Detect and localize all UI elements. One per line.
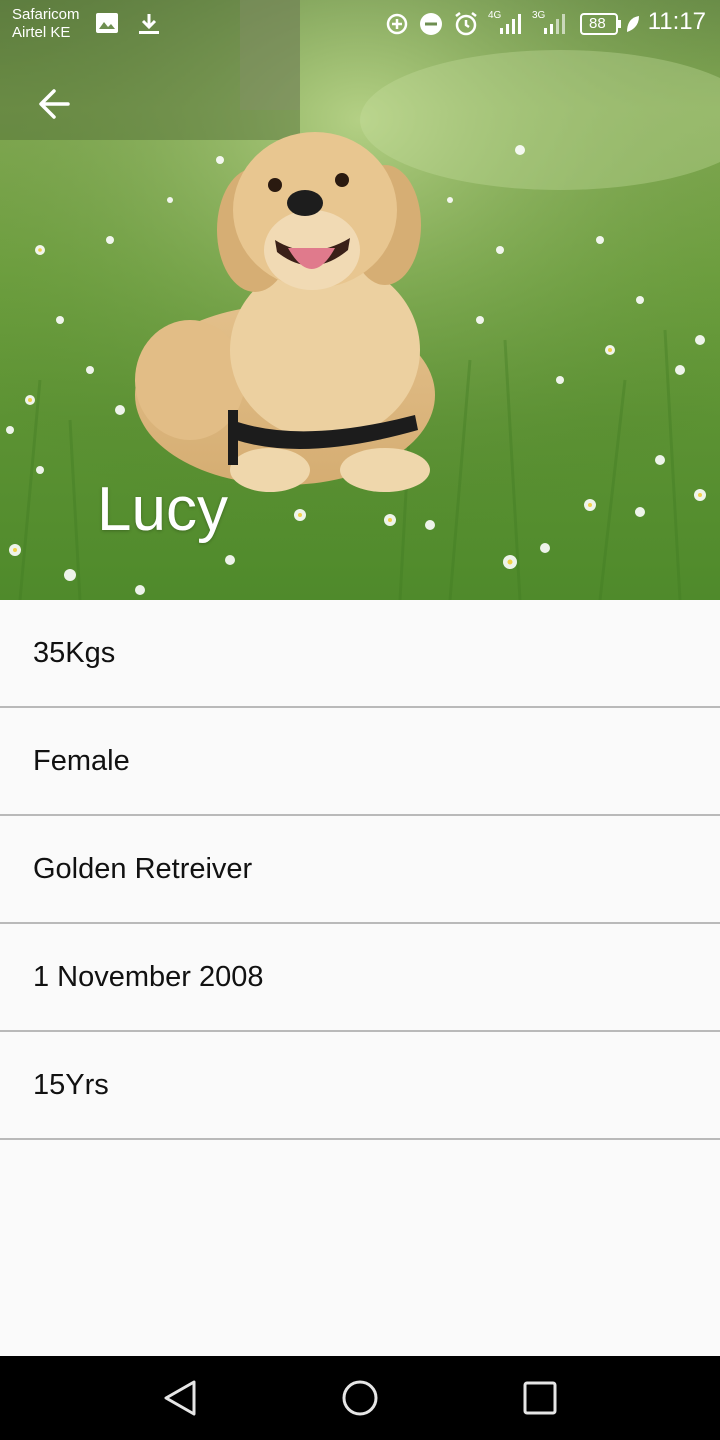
do-not-disturb-icon: [420, 13, 442, 35]
detail-gender: Female: [0, 708, 720, 816]
battery-level: 88: [589, 15, 606, 32]
system-nav-bar: [0, 1356, 720, 1440]
status-bar: Safaricom Airtel KE 4G 3G 88 11:17: [0, 0, 720, 48]
download-icon: [139, 14, 159, 34]
pet-detail-screen: Lucy Safaricom Airtel KE 4G 3G 88 11:17 …: [0, 0, 720, 1440]
detail-birth-date: 1 November 2008: [0, 924, 720, 1032]
home-circle-icon[interactable]: [338, 1376, 382, 1420]
back-triangle-icon[interactable]: [160, 1376, 200, 1420]
detail-breed: Golden Retreiver: [0, 816, 720, 924]
carrier-labels: Safaricom Airtel KE: [12, 6, 80, 42]
pet-photo: Lucy: [0, 0, 720, 600]
alarm-icon: [455, 12, 477, 36]
back-button[interactable]: [32, 82, 80, 126]
arrow-back-icon: [39, 89, 70, 119]
status-time: 11:17: [647, 8, 706, 35]
recents-square-icon[interactable]: [520, 1376, 560, 1420]
data-saver-icon: [386, 13, 408, 35]
carrier-2: Airtel KE: [12, 24, 71, 41]
pet-name-title: Lucy: [97, 475, 228, 544]
detail-age: 15Yrs: [0, 1032, 720, 1140]
leaf-icon: [627, 16, 639, 32]
pet-details-list: 35Kgs Female Golden Retreiver 1 November…: [0, 600, 720, 1140]
carrier-1: Safaricom: [12, 6, 80, 23]
signal-icon: [500, 14, 521, 34]
image-icon: [96, 13, 118, 33]
signal-icon-2: [544, 14, 565, 34]
detail-weight: 35Kgs: [0, 600, 720, 708]
